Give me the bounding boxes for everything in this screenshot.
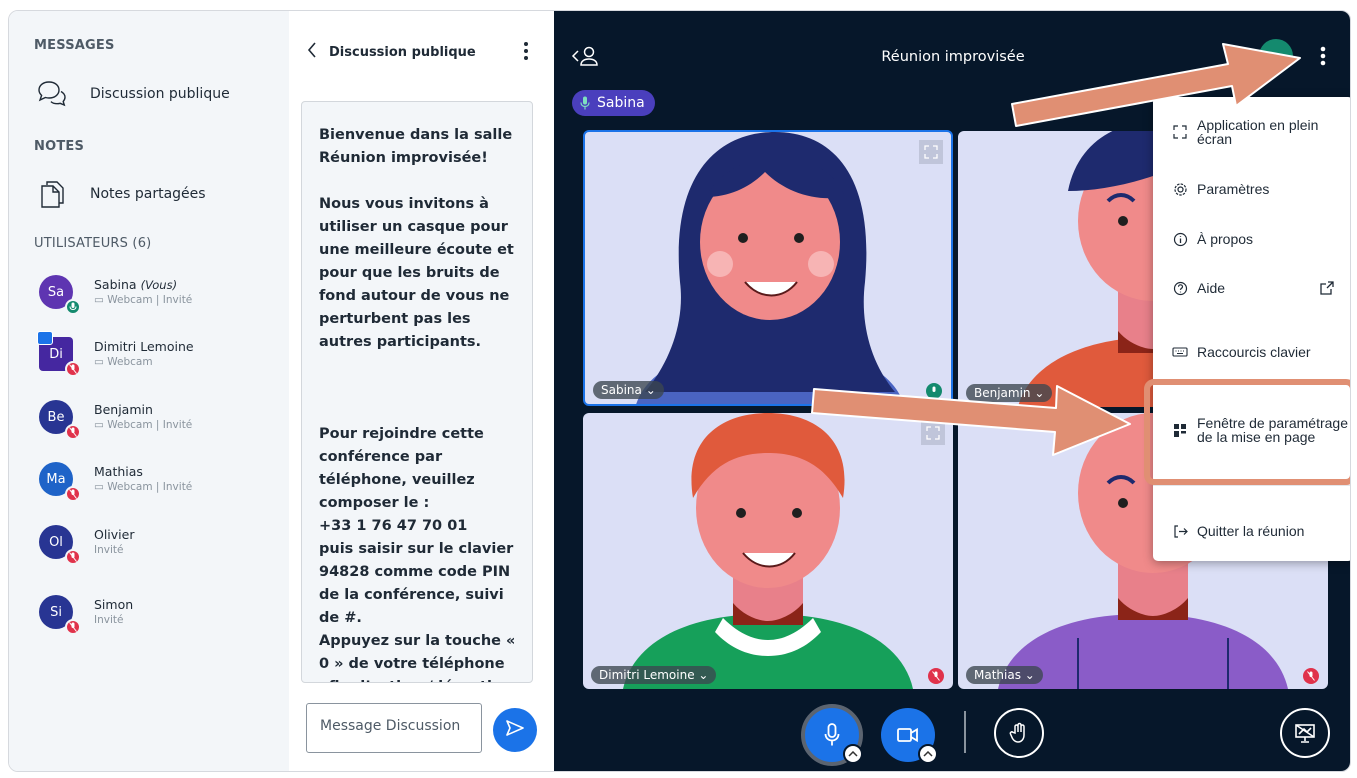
arrow-to-layout [811,385,1131,456]
arrow-to-menu [1011,43,1301,127]
annotation-arrows [811,43,1301,456]
